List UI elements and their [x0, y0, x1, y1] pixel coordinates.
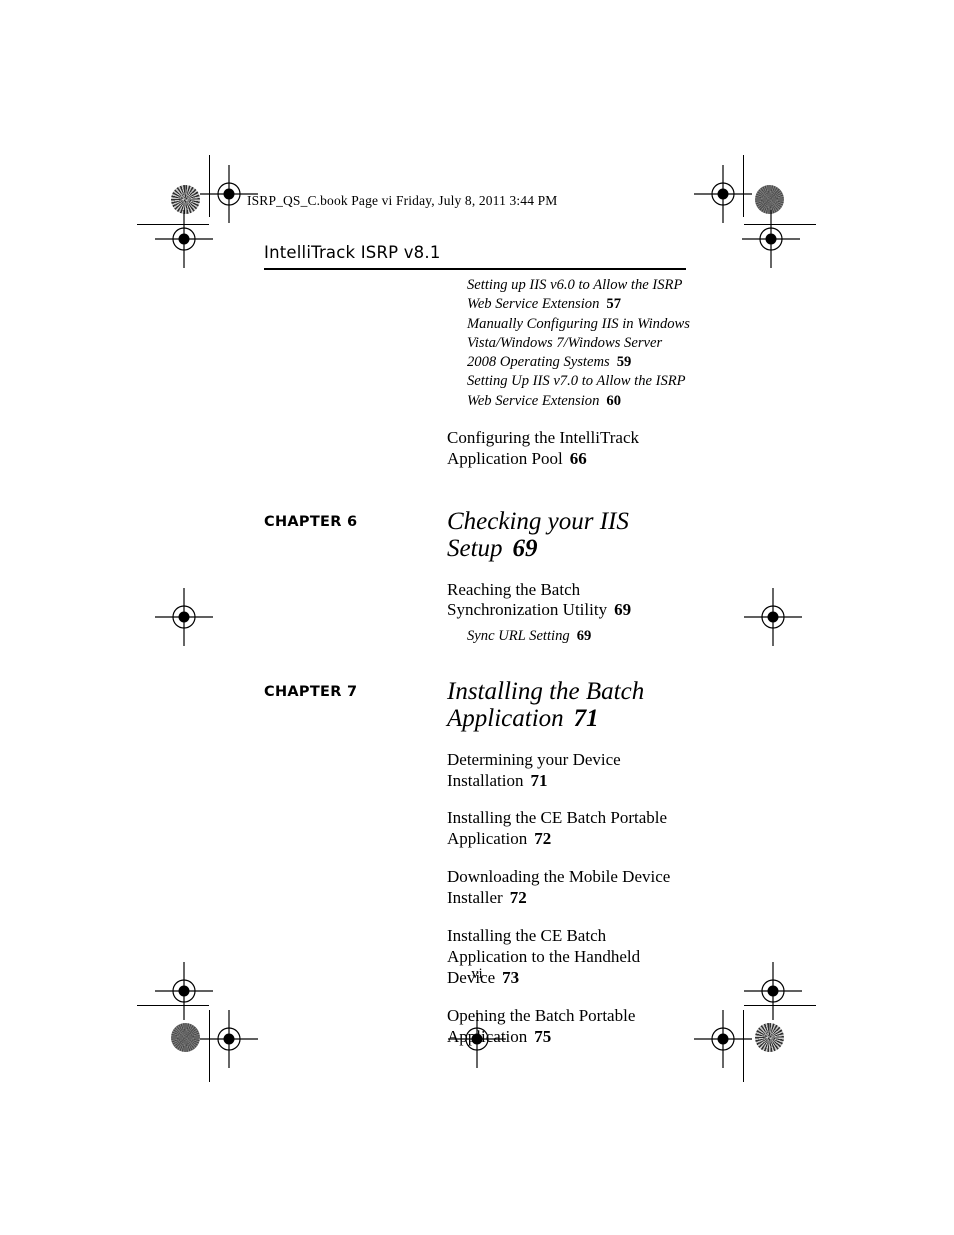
table-of-contents: Setting up IIS v6.0 to Allow the ISRP We… [264, 276, 691, 1048]
toc-entry-text: Reaching the Batch Synchronization Utili… [447, 579, 608, 620]
toc-subentry[interactable]: Setting Up IIS v7.0 to Allow the ISRP We… [467, 372, 691, 411]
chapter-label: CHAPTER 7 [264, 683, 358, 700]
toc-entry-page: 59 [616, 354, 632, 370]
toc-subentry[interactable]: Setting up IIS v6.0 to Allow the ISRP We… [467, 276, 691, 315]
registration-target-bottom-left [200, 1010, 258, 1068]
registration-target-upper-right [742, 210, 800, 268]
toc-entry-text: Manually Configuring IIS in Windows Vist… [467, 315, 690, 371]
running-head-rule [264, 268, 686, 270]
toc-entry-text: Downloading the Mobile Device Installer [447, 867, 671, 908]
toc-entry-page: 72 [534, 829, 552, 849]
chapter-title: Installing the Batch Application 71 [447, 678, 689, 733]
toc-entry-text: Configuring the IntelliTrack Application… [447, 427, 640, 468]
toc-subentry[interactable]: Sync URL Setting 69 [467, 627, 691, 646]
toc-chapter-6[interactable]: CHAPTER 6 Checking your IIS Setup 69 [264, 508, 689, 563]
toc-entry-text: Setting up IIS v6.0 to Allow the ISRP We… [467, 277, 683, 313]
document-page: ISRP_QS_C.book Page vi Friday, July 8, 2… [0, 0, 954, 1235]
chapter-page: 71 [573, 705, 599, 733]
registration-target-upper-left [155, 210, 213, 268]
toc-entry[interactable]: Reaching the Batch Synchronization Utili… [447, 580, 689, 622]
toc-entry[interactable]: Determining your Device Installation 71 [447, 750, 689, 792]
toc-entry-page: 75 [534, 1026, 552, 1046]
toc-entry-page: 69 [614, 600, 632, 620]
registration-target-bottom-right [694, 1010, 752, 1068]
toc-entry[interactable]: Installing the CE Batch Portable Applica… [447, 808, 689, 850]
toc-entry[interactable]: Downloading the Mobile Device Installer 7… [447, 867, 689, 909]
toc-entry-page: 72 [509, 888, 527, 908]
toc-entry-page: 69 [576, 628, 592, 645]
registration-target-middle-left [155, 588, 213, 646]
toc-entry[interactable]: Opening the Batch Portable Application 75 [447, 1006, 689, 1048]
chapter-title-text: Installing the Batch Application [447, 677, 645, 733]
registration-target-middle-right [744, 588, 802, 646]
toc-entry-page: 60 [606, 392, 621, 409]
halftone-burst-circle-bottom-right [755, 1023, 784, 1052]
toc-subentry[interactable]: Manually Configuring IIS in Windows Vist… [467, 315, 691, 373]
chapter-page: 69 [512, 535, 538, 563]
toc-entry-page: 57 [606, 296, 621, 313]
toc-entry-page: 66 [569, 448, 587, 468]
page-number: vi [471, 966, 483, 982]
toc-chapter-7[interactable]: CHAPTER 7 Installing the Batch Applicati… [264, 678, 689, 733]
slug-line: ISRP_QS_C.book Page vi Friday, July 8, 2… [247, 193, 558, 208]
toc-entry-text: Installing the CE Batch Portable Applica… [447, 808, 668, 849]
toc-entry-page: 71 [530, 770, 548, 790]
running-head: IntelliTrack ISRP v8.1 [264, 243, 441, 262]
chapter-label: CHAPTER 6 [264, 513, 358, 530]
halftone-solid-circle-bottom-left [171, 1023, 200, 1052]
toc-entry-text: Sync URL Setting [467, 628, 570, 645]
toc-entry-text: Setting Up IIS v7.0 to Allow the ISRP We… [467, 373, 686, 409]
chapter-title: Checking your IIS Setup 69 [447, 508, 689, 563]
toc-entry[interactable]: Configuring the IntelliTrack Application… [447, 428, 689, 470]
